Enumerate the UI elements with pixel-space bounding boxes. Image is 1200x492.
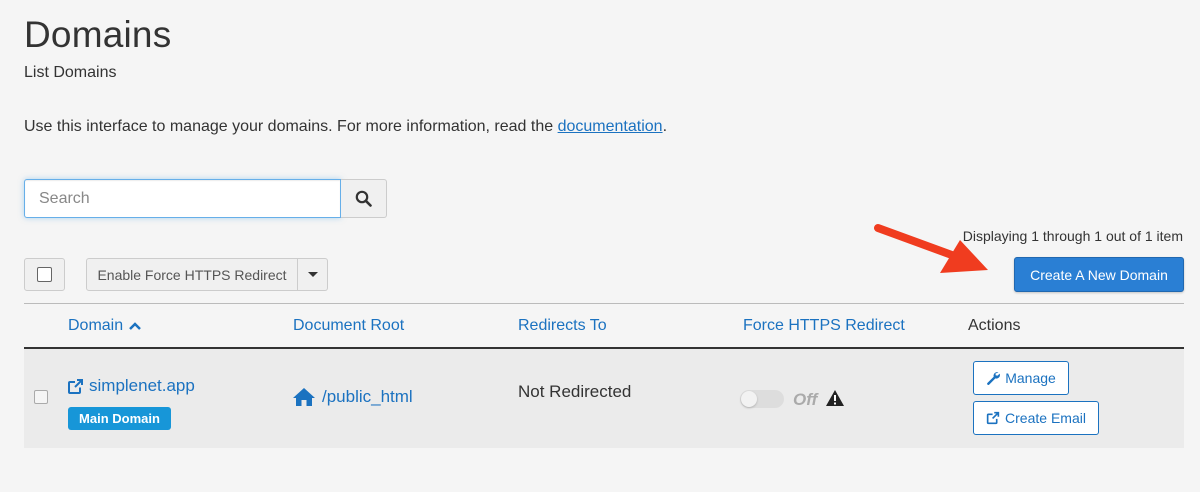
main-domain-badge: Main Domain xyxy=(68,407,171,430)
column-header-force-https[interactable]: Force HTTPS Redirect xyxy=(743,317,905,335)
annotation-arrow-icon xyxy=(874,224,988,273)
force-https-state-label: Off xyxy=(793,390,818,409)
create-email-button[interactable]: Create Email xyxy=(973,401,1099,435)
domain-link[interactable]: simplenet.app xyxy=(67,376,195,396)
column-header-document-root[interactable]: Document Root xyxy=(293,317,404,335)
sort-ascending-icon xyxy=(129,322,142,330)
search-icon xyxy=(355,190,372,207)
bulk-action-group: Enable Force HTTPS Redirect xyxy=(86,258,328,291)
column-header-domain-label: Domain xyxy=(68,317,124,334)
external-link-icon xyxy=(986,411,1000,425)
enable-force-https-button[interactable]: Enable Force HTTPS Redirect xyxy=(86,258,298,291)
domain-name: simplenet.app xyxy=(89,376,195,395)
table-divider xyxy=(24,303,1184,304)
column-header-domain[interactable]: Domain xyxy=(68,317,142,335)
document-root-path: /public_html xyxy=(322,387,413,406)
force-https-toggle[interactable] xyxy=(740,390,784,408)
column-header-actions: Actions xyxy=(968,317,1021,334)
page-subtitle: List Domains xyxy=(24,64,117,81)
toggle-knob xyxy=(741,391,757,407)
home-icon xyxy=(293,388,315,406)
page-title: Domains xyxy=(24,14,172,55)
checkbox-icon xyxy=(37,267,52,282)
select-all-checkbox[interactable] xyxy=(24,258,65,291)
documentation-link[interactable]: documentation xyxy=(558,118,663,135)
redirect-status: Not Redirected xyxy=(518,382,632,401)
document-root-link[interactable]: /public_html xyxy=(292,387,413,407)
search-bar xyxy=(24,179,387,218)
warning-icon xyxy=(826,390,844,406)
external-link-icon xyxy=(68,378,83,394)
row-select-checkbox[interactable] xyxy=(34,390,48,404)
manage-button[interactable]: Manage xyxy=(973,361,1069,395)
create-new-domain-button[interactable]: Create A New Domain xyxy=(1014,257,1184,292)
manage-label: Manage xyxy=(1005,370,1056,386)
intro-description: Use this interface to manage your domain… xyxy=(24,118,558,135)
bulk-action-dropdown-toggle[interactable] xyxy=(298,258,328,291)
intro-period: . xyxy=(662,118,668,135)
create-email-label: Create Email xyxy=(1005,410,1086,426)
column-header-redirects-to[interactable]: Redirects To xyxy=(518,317,607,335)
wrench-icon xyxy=(987,372,1001,385)
search-input[interactable] xyxy=(24,179,342,218)
search-button[interactable] xyxy=(341,179,387,218)
intro-text: Use this interface to manage your domain… xyxy=(24,118,667,136)
caret-down-icon xyxy=(307,272,318,277)
